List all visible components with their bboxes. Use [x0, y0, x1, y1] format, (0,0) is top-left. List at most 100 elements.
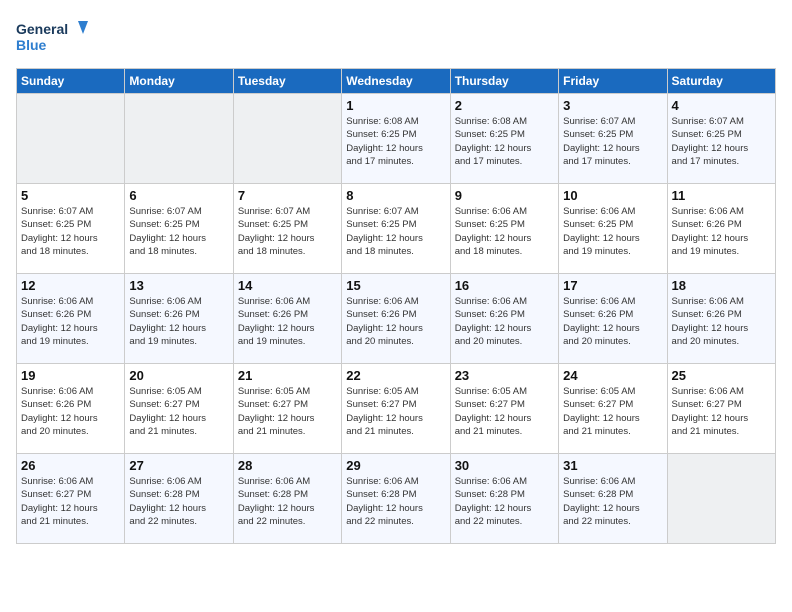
- calendar-cell: 29 Sunrise: 6:06 AMSunset: 6:28 PMDayligh…: [342, 454, 450, 544]
- day-detail: Sunrise: 6:06 AMSunset: 6:27 PMDaylight:…: [21, 475, 120, 528]
- calendar-cell: 25 Sunrise: 6:06 AMSunset: 6:27 PMDayligh…: [667, 364, 775, 454]
- day-number: 28: [238, 458, 337, 473]
- svg-text:Blue: Blue: [16, 37, 47, 53]
- day-detail: Sunrise: 6:06 AMSunset: 6:26 PMDaylight:…: [21, 295, 120, 348]
- day-number: 27: [129, 458, 228, 473]
- day-number: 24: [563, 368, 662, 383]
- day-detail: Sunrise: 6:06 AMSunset: 6:26 PMDaylight:…: [238, 295, 337, 348]
- day-number: 3: [563, 98, 662, 113]
- week-row-3: 12 Sunrise: 6:06 AMSunset: 6:26 PMDayligh…: [17, 274, 776, 364]
- calendar-cell: 19Sunrise: 6:06 AMSunset: 6:26 PMDayligh…: [17, 364, 125, 454]
- calendar-cell: 22 Sunrise: 6:05 AMSunset: 6:27 PMDayligh…: [342, 364, 450, 454]
- calendar-header-row: SundayMondayTuesdayWednesdayThursdayFrid…: [17, 69, 776, 94]
- calendar-cell: 14 Sunrise: 6:06 AMSunset: 6:26 PMDayligh…: [233, 274, 341, 364]
- day-detail: Sunrise: 6:06 AMSunset: 6:28 PMDaylight:…: [238, 475, 337, 528]
- svg-text:General: General: [16, 21, 68, 37]
- calendar-cell: 23Sunrise: 6:05 AMSunset: 6:27 PMDayligh…: [450, 364, 558, 454]
- calendar-cell: 9 Sunrise: 6:06 AMSunset: 6:25 PMDaylight…: [450, 184, 558, 274]
- calendar-cell: 26 Sunrise: 6:06 AMSunset: 6:27 PMDayligh…: [17, 454, 125, 544]
- col-header-friday: Friday: [559, 69, 667, 94]
- day-detail: Sunrise: 6:07 AMSunset: 6:25 PMDaylight:…: [563, 115, 662, 168]
- day-number: 4: [672, 98, 771, 113]
- calendar-cell: 17Sunrise: 6:06 AMSunset: 6:26 PMDayligh…: [559, 274, 667, 364]
- week-row-1: 1 Sunrise: 6:08 AMSunset: 6:25 PMDaylight…: [17, 94, 776, 184]
- day-number: 25: [672, 368, 771, 383]
- col-header-wednesday: Wednesday: [342, 69, 450, 94]
- day-number: 7: [238, 188, 337, 203]
- day-detail: Sunrise: 6:06 AMSunset: 6:26 PMDaylight:…: [21, 385, 120, 438]
- week-row-2: 5 Sunrise: 6:07 AMSunset: 6:25 PMDaylight…: [17, 184, 776, 274]
- calendar-cell: [17, 94, 125, 184]
- day-detail: Sunrise: 6:06 AMSunset: 6:26 PMDaylight:…: [455, 295, 554, 348]
- calendar-cell: 24 Sunrise: 6:05 AMSunset: 6:27 PMDayligh…: [559, 364, 667, 454]
- day-number: 10: [563, 188, 662, 203]
- day-number: 1: [346, 98, 445, 113]
- calendar-cell: 5Sunrise: 6:07 AMSunset: 6:25 PMDaylight…: [17, 184, 125, 274]
- day-detail: Sunrise: 6:05 AMSunset: 6:27 PMDaylight:…: [129, 385, 228, 438]
- day-number: 16: [455, 278, 554, 293]
- page-header: GeneralBlue: [16, 16, 776, 56]
- day-number: 26: [21, 458, 120, 473]
- day-number: 12: [21, 278, 120, 293]
- day-detail: Sunrise: 6:05 AMSunset: 6:27 PMDaylight:…: [238, 385, 337, 438]
- day-number: 22: [346, 368, 445, 383]
- calendar-cell: 3 Sunrise: 6:07 AMSunset: 6:25 PMDaylight…: [559, 94, 667, 184]
- calendar-cell: 30Sunrise: 6:06 AMSunset: 6:28 PMDayligh…: [450, 454, 558, 544]
- day-detail: Sunrise: 6:06 AMSunset: 6:26 PMDaylight:…: [129, 295, 228, 348]
- calendar-cell: [667, 454, 775, 544]
- calendar-cell: 7Sunrise: 6:07 AMSunset: 6:25 PMDaylight…: [233, 184, 341, 274]
- col-header-saturday: Saturday: [667, 69, 775, 94]
- day-detail: Sunrise: 6:06 AMSunset: 6:28 PMDaylight:…: [129, 475, 228, 528]
- calendar-cell: 18Sunrise: 6:06 AMSunset: 6:26 PMDayligh…: [667, 274, 775, 364]
- day-number: 23: [455, 368, 554, 383]
- day-number: 15: [346, 278, 445, 293]
- day-detail: Sunrise: 6:06 AMSunset: 6:25 PMDaylight:…: [563, 205, 662, 258]
- calendar-cell: 6Sunrise: 6:07 AMSunset: 6:25 PMDaylight…: [125, 184, 233, 274]
- day-detail: Sunrise: 6:07 AMSunset: 6:25 PMDaylight:…: [346, 205, 445, 258]
- calendar-cell: 28 Sunrise: 6:06 AMSunset: 6:28 PMDayligh…: [233, 454, 341, 544]
- calendar-cell: 21 Sunrise: 6:05 AMSunset: 6:27 PMDayligh…: [233, 364, 341, 454]
- day-detail: Sunrise: 6:05 AMSunset: 6:27 PMDaylight:…: [346, 385, 445, 438]
- day-detail: Sunrise: 6:06 AMSunset: 6:26 PMDaylight:…: [563, 295, 662, 348]
- calendar-cell: 2 Sunrise: 6:08 AMSunset: 6:25 PMDaylight…: [450, 94, 558, 184]
- day-number: 9: [455, 188, 554, 203]
- calendar-cell: 8 Sunrise: 6:07 AMSunset: 6:25 PMDaylight…: [342, 184, 450, 274]
- col-header-tuesday: Tuesday: [233, 69, 341, 94]
- calendar-cell: 1 Sunrise: 6:08 AMSunset: 6:25 PMDaylight…: [342, 94, 450, 184]
- day-detail: Sunrise: 6:07 AMSunset: 6:25 PMDaylight:…: [672, 115, 771, 168]
- day-detail: Sunrise: 6:08 AMSunset: 6:25 PMDaylight:…: [346, 115, 445, 168]
- col-header-monday: Monday: [125, 69, 233, 94]
- day-number: 14: [238, 278, 337, 293]
- day-number: 13: [129, 278, 228, 293]
- calendar-cell: 13 Sunrise: 6:06 AMSunset: 6:26 PMDayligh…: [125, 274, 233, 364]
- day-detail: Sunrise: 6:08 AMSunset: 6:25 PMDaylight:…: [455, 115, 554, 168]
- calendar-table: SundayMondayTuesdayWednesdayThursdayFrid…: [16, 68, 776, 544]
- day-detail: Sunrise: 6:06 AMSunset: 6:26 PMDaylight:…: [672, 295, 771, 348]
- day-number: 8: [346, 188, 445, 203]
- calendar-cell: 27 Sunrise: 6:06 AMSunset: 6:28 PMDayligh…: [125, 454, 233, 544]
- calendar-cell: 31 Sunrise: 6:06 AMSunset: 6:28 PMDayligh…: [559, 454, 667, 544]
- logo-icon: GeneralBlue: [16, 16, 96, 56]
- day-detail: Sunrise: 6:07 AMSunset: 6:25 PMDaylight:…: [129, 205, 228, 258]
- day-detail: Sunrise: 6:05 AMSunset: 6:27 PMDaylight:…: [563, 385, 662, 438]
- day-number: 30: [455, 458, 554, 473]
- calendar-cell: 4 Sunrise: 6:07 AMSunset: 6:25 PMDaylight…: [667, 94, 775, 184]
- day-number: 2: [455, 98, 554, 113]
- calendar-cell: 15 Sunrise: 6:06 AMSunset: 6:26 PMDayligh…: [342, 274, 450, 364]
- col-header-thursday: Thursday: [450, 69, 558, 94]
- day-detail: Sunrise: 6:06 AMSunset: 6:28 PMDaylight:…: [346, 475, 445, 528]
- day-detail: Sunrise: 6:06 AMSunset: 6:26 PMDaylight:…: [672, 205, 771, 258]
- day-number: 5: [21, 188, 120, 203]
- col-header-sunday: Sunday: [17, 69, 125, 94]
- week-row-5: 26 Sunrise: 6:06 AMSunset: 6:27 PMDayligh…: [17, 454, 776, 544]
- day-number: 31: [563, 458, 662, 473]
- calendar-cell: 12 Sunrise: 6:06 AMSunset: 6:26 PMDayligh…: [17, 274, 125, 364]
- day-detail: Sunrise: 6:06 AMSunset: 6:27 PMDaylight:…: [672, 385, 771, 438]
- day-detail: Sunrise: 6:06 AMSunset: 6:28 PMDaylight:…: [563, 475, 662, 528]
- day-number: 29: [346, 458, 445, 473]
- calendar-cell: 16 Sunrise: 6:06 AMSunset: 6:26 PMDayligh…: [450, 274, 558, 364]
- day-detail: Sunrise: 6:06 AMSunset: 6:25 PMDaylight:…: [455, 205, 554, 258]
- day-number: 21: [238, 368, 337, 383]
- day-detail: Sunrise: 6:06 AMSunset: 6:26 PMDaylight:…: [346, 295, 445, 348]
- calendar-cell: [233, 94, 341, 184]
